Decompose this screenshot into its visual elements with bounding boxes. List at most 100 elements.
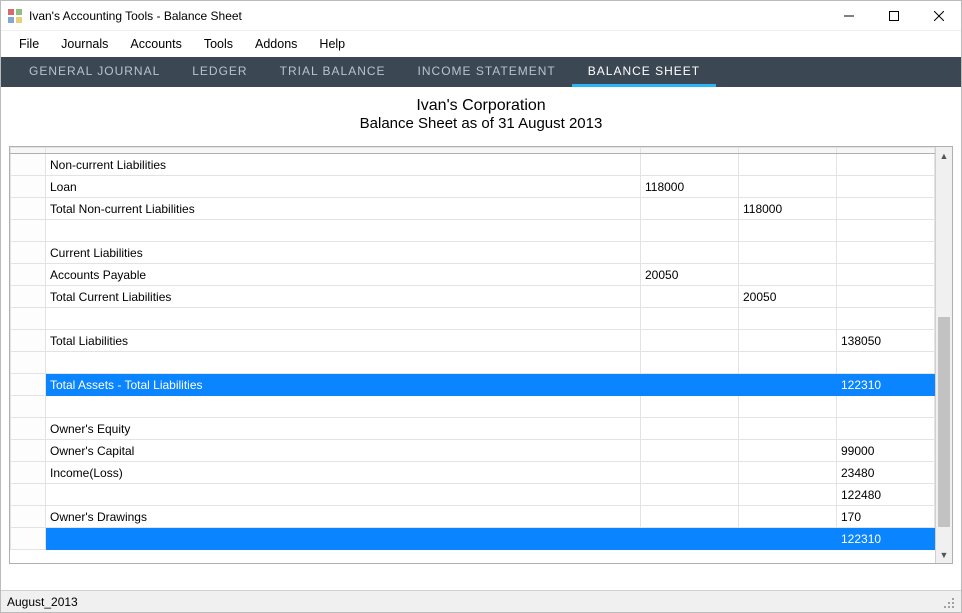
table-row[interactable]: Loan118000 (11, 176, 935, 198)
cell-label[interactable]: Total Non-current Liabilities (46, 198, 641, 220)
cell-c3[interactable]: 122310 (837, 374, 935, 396)
table-row[interactable] (11, 396, 935, 418)
cell-label[interactable]: Owner's Drawings (46, 506, 641, 528)
cell-c1[interactable] (641, 198, 739, 220)
cell-c1[interactable] (641, 374, 739, 396)
row-header[interactable] (11, 220, 46, 242)
cell-c2[interactable] (739, 176, 837, 198)
tab-trial-balance[interactable]: TRIAL BALANCE (264, 57, 402, 87)
table-row[interactable]: Total Non-current Liabilities 118000 (11, 198, 935, 220)
cell-c3[interactable] (837, 264, 935, 286)
cell-c2[interactable] (739, 484, 837, 506)
cell-c2[interactable] (739, 506, 837, 528)
table-row[interactable]: Owner's Equity (11, 418, 935, 440)
cell-c2[interactable] (739, 308, 837, 330)
tab-ledger[interactable]: LEDGER (176, 57, 263, 87)
row-header[interactable] (11, 264, 46, 286)
cell-c1[interactable] (641, 396, 739, 418)
row-header[interactable] (11, 418, 46, 440)
cell-c2[interactable] (739, 330, 837, 352)
cell-c2[interactable] (739, 418, 837, 440)
menu-help[interactable]: Help (309, 34, 355, 54)
cell-label[interactable]: Total Assets - Total Liabilities (46, 374, 641, 396)
cell-label[interactable] (46, 352, 641, 374)
cell-c3[interactable]: 122310 (837, 528, 935, 550)
row-header[interactable] (11, 374, 46, 396)
row-header[interactable] (11, 484, 46, 506)
row-header[interactable] (11, 506, 46, 528)
cell-label[interactable] (46, 308, 641, 330)
cell-c2[interactable] (739, 154, 837, 176)
cell-c2[interactable] (739, 528, 837, 550)
table-row[interactable]: Current Liabilities (11, 242, 935, 264)
table-row[interactable]: Non-current Liabilities (11, 154, 935, 176)
cell-label[interactable] (46, 396, 641, 418)
menu-tools[interactable]: Tools (194, 34, 243, 54)
row-header[interactable] (11, 396, 46, 418)
cell-c1[interactable] (641, 286, 739, 308)
tab-general-journal[interactable]: GENERAL JOURNAL (13, 57, 176, 87)
row-header[interactable] (11, 286, 46, 308)
cell-c1[interactable] (641, 440, 739, 462)
scroll-down-icon[interactable]: ▼ (936, 546, 952, 563)
cell-c3[interactable] (837, 286, 935, 308)
table-row[interactable]: Owner's Capital 99000 (11, 440, 935, 462)
row-header[interactable] (11, 440, 46, 462)
cell-c3[interactable]: 122480 (837, 484, 935, 506)
cell-c1[interactable] (641, 330, 739, 352)
cell-c3[interactable] (837, 308, 935, 330)
cell-c2[interactable] (739, 220, 837, 242)
cell-c1[interactable] (641, 484, 739, 506)
table-row[interactable]: Owner's Drawings 170 (11, 506, 935, 528)
table-row[interactable]: Total Assets - Total Liabilities 122310 (11, 374, 935, 396)
cell-c3[interactable]: 170 (837, 506, 935, 528)
cell-label[interactable] (46, 484, 641, 506)
row-header[interactable] (11, 330, 46, 352)
cell-label[interactable]: Income(Loss) (46, 462, 641, 484)
cell-c3[interactable] (837, 176, 935, 198)
cell-label[interactable]: Loan (46, 176, 641, 198)
cell-label[interactable]: Non-current Liabilities (46, 154, 641, 176)
cell-c1[interactable] (641, 528, 739, 550)
tab-income-statement[interactable]: INCOME STATEMENT (402, 57, 572, 87)
cell-label[interactable] (46, 528, 641, 550)
cell-c3[interactable] (837, 198, 935, 220)
cell-c2[interactable]: 20050 (739, 286, 837, 308)
table-row[interactable] (11, 308, 935, 330)
scroll-thumb[interactable] (938, 317, 950, 527)
cell-c3[interactable]: 138050 (837, 330, 935, 352)
minimize-button[interactable] (826, 1, 871, 30)
row-header[interactable] (11, 528, 46, 550)
scroll-up-icon[interactable]: ▲ (936, 147, 952, 164)
cell-c3[interactable] (837, 242, 935, 264)
cell-c2[interactable]: 118000 (739, 198, 837, 220)
cell-label[interactable]: Owner's Capital (46, 440, 641, 462)
cell-c1[interactable]: 20050 (641, 264, 739, 286)
table-row[interactable]: Total Current Liabilities 20050 (11, 286, 935, 308)
table-row[interactable]: Income(Loss)23480 (11, 462, 935, 484)
row-header[interactable] (11, 308, 46, 330)
cell-c2[interactable] (739, 242, 837, 264)
tab-balance-sheet[interactable]: BALANCE SHEET (572, 57, 716, 87)
cell-c3[interactable] (837, 418, 935, 440)
row-header[interactable] (11, 154, 46, 176)
table-row[interactable] (11, 220, 935, 242)
cell-c1[interactable]: 118000 (641, 176, 739, 198)
table-row[interactable] (11, 352, 935, 374)
menu-accounts[interactable]: Accounts (120, 34, 191, 54)
cell-c2[interactable] (739, 462, 837, 484)
cell-c3[interactable]: 99000 (837, 440, 935, 462)
cell-c2[interactable] (739, 264, 837, 286)
cell-c1[interactable] (641, 506, 739, 528)
cell-c1[interactable] (641, 242, 739, 264)
cell-label[interactable]: Owner's Equity (46, 418, 641, 440)
table-row[interactable]: Accounts Payable20050 (11, 264, 935, 286)
row-header[interactable] (11, 462, 46, 484)
close-button[interactable] (916, 1, 961, 30)
cell-label[interactable]: Total Current Liabilities (46, 286, 641, 308)
cell-c1[interactable] (641, 462, 739, 484)
cell-c3[interactable] (837, 220, 935, 242)
cell-label[interactable]: Accounts Payable (46, 264, 641, 286)
maximize-button[interactable] (871, 1, 916, 30)
row-header[interactable] (11, 176, 46, 198)
